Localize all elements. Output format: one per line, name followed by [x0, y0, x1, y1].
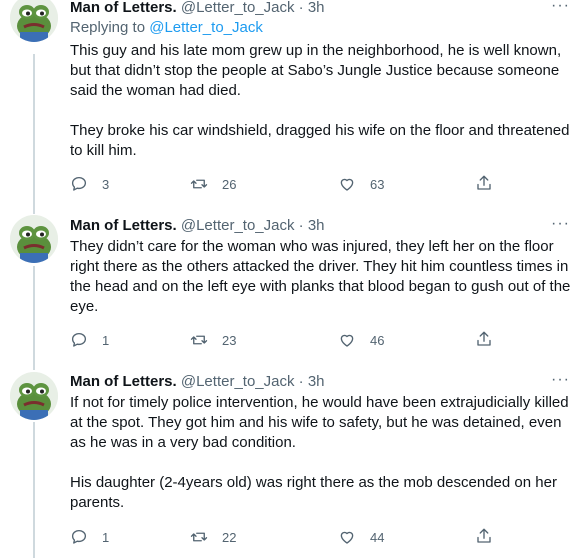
timestamp[interactable]: 3h — [308, 0, 325, 16]
share-icon — [477, 528, 491, 543]
timestamp[interactable]: 3h — [308, 373, 325, 390]
like-button[interactable]: 63 — [338, 174, 384, 194]
like-button[interactable]: 46 — [338, 330, 384, 350]
retweet-icon — [190, 335, 208, 345]
tweet-text: They didn’t care for the woman who was i… — [70, 238, 575, 315]
share-button[interactable] — [475, 174, 493, 195]
author-name[interactable]: Man of Letters. — [70, 217, 177, 234]
replying-to: Replying to @Letter_to_Jack — [70, 18, 574, 38]
separator-dot: · — [298, 217, 304, 234]
reply-button[interactable]: 1 — [70, 527, 109, 547]
share-icon — [477, 175, 491, 190]
author-handle[interactable]: @Letter_to_Jack — [181, 373, 295, 390]
tweet-text: This guy and his late mom grew up in the… — [70, 42, 570, 159]
retweet-button[interactable]: 26 — [190, 174, 236, 194]
share-button[interactable] — [475, 330, 493, 351]
frog-avatar-icon[interactable] — [10, 372, 58, 420]
separator-dot: · — [298, 0, 304, 16]
heart-icon — [340, 334, 354, 347]
reply-icon — [71, 176, 87, 191]
like-count: 44 — [370, 529, 385, 545]
retweet-count: 26 — [222, 176, 237, 192]
reply-button[interactable]: 1 — [70, 330, 109, 350]
tweet-header: Man of Letters. @Letter_to_Jack · 3h ··· — [70, 214, 574, 236]
frog-avatar-icon[interactable] — [10, 215, 58, 263]
retweet-count: 22 — [222, 529, 237, 545]
retweet-icon — [190, 179, 208, 189]
more-icon[interactable]: ··· — [551, 0, 570, 16]
like-button[interactable]: 44 — [338, 527, 384, 547]
like-count: 46 — [370, 332, 385, 348]
tweet-header: Man of Letters. @Letter_to_Jack · 3h ··· — [70, 370, 574, 392]
retweet-count: 23 — [222, 332, 237, 348]
frog-avatar-icon[interactable] — [10, 0, 58, 42]
retweet-button[interactable]: 22 — [190, 527, 236, 547]
tweet[interactable]: Man of Letters. @Letter_to_Jack · 3h ···… — [0, 210, 582, 366]
author-handle[interactable]: @Letter_to_Jack — [181, 0, 295, 16]
tweet[interactable]: Man of Letters. @Letter_to_Jack · 3h ···… — [0, 366, 582, 558]
heart-icon — [340, 178, 354, 191]
heart-icon — [340, 531, 354, 544]
author-name[interactable]: Man of Letters. — [70, 373, 177, 390]
like-count: 63 — [370, 176, 385, 192]
tweet-actions: 1 22 44 — [70, 527, 510, 547]
tweet-actions: 1 23 46 — [70, 330, 510, 350]
tweet-header: Man of Letters. @Letter_to_Jack · 3h ··· — [70, 0, 574, 18]
author-name[interactable]: Man of Letters. — [70, 0, 177, 16]
reply-button[interactable]: 3 — [70, 174, 109, 194]
share-icon — [477, 331, 491, 346]
reply-count: 1 — [102, 332, 110, 348]
reply-icon — [71, 529, 87, 544]
share-button[interactable] — [475, 527, 493, 548]
retweet-button[interactable]: 23 — [190, 330, 236, 350]
reply-count: 1 — [102, 529, 110, 545]
replying-to-link[interactable]: @Letter_to_Jack — [149, 19, 263, 36]
more-icon[interactable]: ··· — [551, 370, 570, 390]
tweet-actions: 3 26 63 — [70, 174, 510, 194]
reply-icon — [71, 332, 87, 347]
tweet-text: If not for timely police intervention, h… — [70, 394, 569, 511]
reply-count: 3 — [102, 176, 110, 192]
tweet[interactable]: Man of Letters. @Letter_to_Jack · 3h ···… — [0, 0, 582, 210]
retweet-icon — [190, 532, 208, 542]
more-icon[interactable]: ··· — [551, 214, 570, 234]
replying-to-label: Replying to — [70, 19, 146, 36]
timestamp[interactable]: 3h — [308, 217, 325, 234]
separator-dot: · — [298, 373, 304, 390]
author-handle[interactable]: @Letter_to_Jack — [181, 217, 295, 234]
